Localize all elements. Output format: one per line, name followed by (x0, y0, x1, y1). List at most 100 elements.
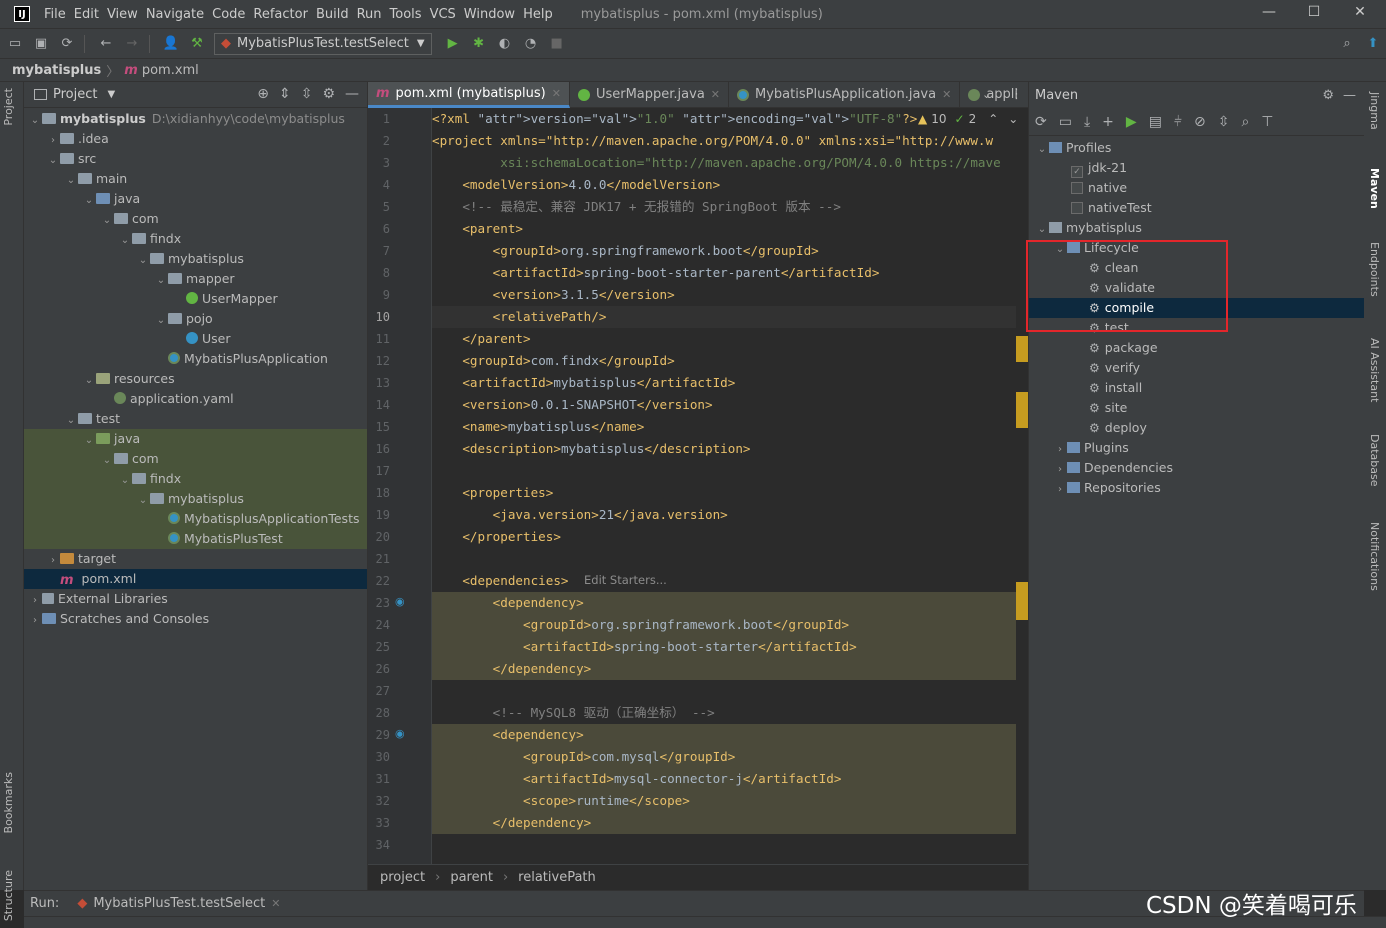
maven-item-plugins[interactable]: › Plugins (1029, 438, 1364, 458)
collapse-all-icon[interactable]: ⇳ (301, 86, 313, 102)
line-number[interactable]: 12 (368, 354, 390, 368)
tree-item-resources[interactable]: ⌄ resources (24, 369, 367, 389)
line-number[interactable]: 5 (368, 200, 390, 214)
gear-icon[interactable]: ⚙ (1322, 88, 1334, 103)
code-editor[interactable]: <?xml "attr">version="val">"1.0" "attr">… (432, 108, 1016, 864)
line-number[interactable]: 28 (368, 706, 390, 720)
tab-usermapper[interactable]: UserMapper.java ✕ (570, 81, 730, 108)
crumb-relativepath[interactable]: relativePath (518, 870, 596, 885)
tree-item-scratches[interactable]: › Scratches and Consoles (24, 609, 367, 629)
close-window-icon[interactable]: ✕ (1345, 4, 1375, 20)
code-line[interactable]: <groupId>org.springframework.boot</group… (432, 240, 819, 262)
line-number[interactable]: 33 (368, 816, 390, 830)
line-number[interactable]: 23 (368, 596, 390, 610)
execute-goal-icon[interactable]: ▤ (1149, 114, 1162, 130)
tree-item-application[interactable]: MybatisPlusApplication (24, 349, 367, 369)
maven-goal-install[interactable]: ⚙ install (1029, 378, 1364, 398)
tool-tab-jingma[interactable]: Jingma (1368, 92, 1381, 130)
close-tab-icon[interactable]: ✕ (942, 88, 951, 101)
code-line[interactable]: xsi:schemaLocation="http://maven.apache.… (432, 152, 1000, 174)
back-icon[interactable]: ← (95, 33, 117, 55)
code-line[interactable]: <scope>runtime</scope> (432, 790, 690, 812)
line-number[interactable]: 20 (368, 530, 390, 544)
close-tab-icon[interactable]: ✕ (552, 87, 561, 100)
tree-item-application-tests[interactable]: MybatisplusApplicationTests (24, 509, 367, 529)
code-line[interactable]: <artifactId>spring-boot-starter</artifac… (432, 636, 857, 658)
code-line[interactable]: <version>3.1.5</version> (432, 284, 675, 306)
tool-tab-ai-assistant[interactable]: AI Assistant (1368, 338, 1381, 402)
code-line[interactable]: </parent> (432, 328, 530, 350)
tree-item-mapper[interactable]: ⌄ mapper (24, 269, 367, 289)
line-number[interactable]: 1 (368, 112, 390, 126)
tree-item-src[interactable]: ⌄ src (24, 149, 367, 169)
tree-item-java[interactable]: ⌄ java (24, 189, 367, 209)
minimize-icon[interactable]: — (1254, 4, 1284, 20)
menu-window[interactable]: Window (464, 7, 515, 22)
tabs-overflow-icon[interactable]: ⌄ (982, 88, 991, 101)
tree-item-main[interactable]: ⌄ main (24, 169, 367, 189)
line-number[interactable]: 34 (368, 838, 390, 852)
line-number[interactable]: 10 (368, 310, 390, 324)
line-number[interactable]: 27 (368, 684, 390, 698)
line-number[interactable]: 24 (368, 618, 390, 632)
toggle-offline-icon[interactable]: ⫩ (1174, 114, 1182, 130)
line-number[interactable]: 31 (368, 772, 390, 786)
tree-item-pojo[interactable]: ⌄ pojo (24, 309, 367, 329)
save-icon[interactable]: ▣ (30, 33, 52, 55)
tree-item-target[interactable]: › target (24, 549, 367, 569)
maven-goal-site[interactable]: ⚙ site (1029, 398, 1364, 418)
line-number[interactable]: 15 (368, 420, 390, 434)
tree-item-idea[interactable]: › .idea (24, 129, 367, 149)
code-line[interactable]: <?xml "attr">version="val">"1.0" "attr">… (432, 108, 917, 130)
tree-item-test-findx[interactable]: ⌄ findx (24, 469, 367, 489)
maven-item-profiles[interactable]: ⌄ Profiles (1029, 138, 1364, 158)
maven-profile-jdk21[interactable]: ✓ jdk-21 (1029, 158, 1364, 178)
profile-icon[interactable]: ◔ (520, 33, 542, 55)
tree-item-test-mybatisplus[interactable]: ⌄ mybatisplus (24, 489, 367, 509)
code-line[interactable]: <parent> (432, 218, 523, 240)
code-line[interactable]: <properties> (432, 482, 553, 504)
line-number[interactable]: 8 (368, 266, 390, 280)
tree-item-test-java[interactable]: ⌄ java (24, 429, 367, 449)
skip-tests-icon[interactable]: ⊘ (1194, 114, 1206, 130)
line-number[interactable]: 13 (368, 376, 390, 390)
tree-item-usermapper[interactable]: UserMapper (24, 289, 367, 309)
line-number[interactable]: 4 (368, 178, 390, 192)
tree-item-test-com[interactable]: ⌄ com (24, 449, 367, 469)
line-number[interactable]: 18 (368, 486, 390, 500)
code-line[interactable]: <groupId>org.springframework.boot</group… (432, 614, 849, 636)
code-line[interactable]: <description>mybatisplus</description> (432, 438, 750, 460)
line-number[interactable]: 26 (368, 662, 390, 676)
update-icon[interactable]: ⬆ (1362, 33, 1384, 55)
hide-icon[interactable]: — (345, 86, 359, 102)
previous-highlight-icon[interactable]: ⌃ (988, 112, 998, 126)
maven-goal-deploy[interactable]: ⚙ deploy (1029, 418, 1364, 438)
more-actions-icon[interactable]: ⋮ (1010, 87, 1023, 102)
maven-goal-package[interactable]: ⚙ package (1029, 338, 1364, 358)
maximize-icon[interactable]: ☐ (1299, 4, 1329, 20)
maven-item-project[interactable]: ⌄ mybatisplus (1029, 218, 1364, 238)
open-folder-icon[interactable]: ▭ (4, 33, 26, 55)
checkbox-checked[interactable]: ✓ (1071, 166, 1083, 178)
line-number[interactable]: 7 (368, 244, 390, 258)
menu-help[interactable]: Help (523, 7, 553, 22)
code-line[interactable]: <artifactId>mybatisplus</artifactId> (432, 372, 735, 394)
collapse-icon[interactable]: ⇳ (1218, 114, 1230, 130)
build-hammer-icon[interactable]: ⚒ (186, 33, 208, 55)
maven-goal-verify[interactable]: ⚙ verify (1029, 358, 1364, 378)
tool-tab-maven[interactable]: Maven (1368, 168, 1381, 209)
code-line[interactable]: <dependency> (432, 592, 584, 614)
tab-pom-xml[interactable]: m pom.xml (mybatisplus) ✕ (368, 81, 570, 108)
download-icon[interactable]: ⤓ (1084, 114, 1090, 130)
line-number[interactable]: 32 (368, 794, 390, 808)
forward-icon[interactable]: → (121, 33, 143, 55)
tree-item-test[interactable]: ⌄ test (24, 409, 367, 429)
code-line[interactable]: </dependency> (432, 812, 592, 834)
close-tab-icon[interactable]: ✕ (271, 897, 280, 910)
maven-item-repositories[interactable]: › Repositories (1029, 478, 1364, 498)
user-icon[interactable]: 👤 (160, 33, 182, 55)
reload-icon[interactable]: ⟳ (1035, 114, 1047, 130)
code-line[interactable]: <!-- MySQL8 驱动（正确坐标） --> (432, 702, 715, 724)
run-tab-label[interactable]: MybatisPlusTest.testSelect (93, 896, 265, 911)
line-number[interactable]: 21 (368, 552, 390, 566)
